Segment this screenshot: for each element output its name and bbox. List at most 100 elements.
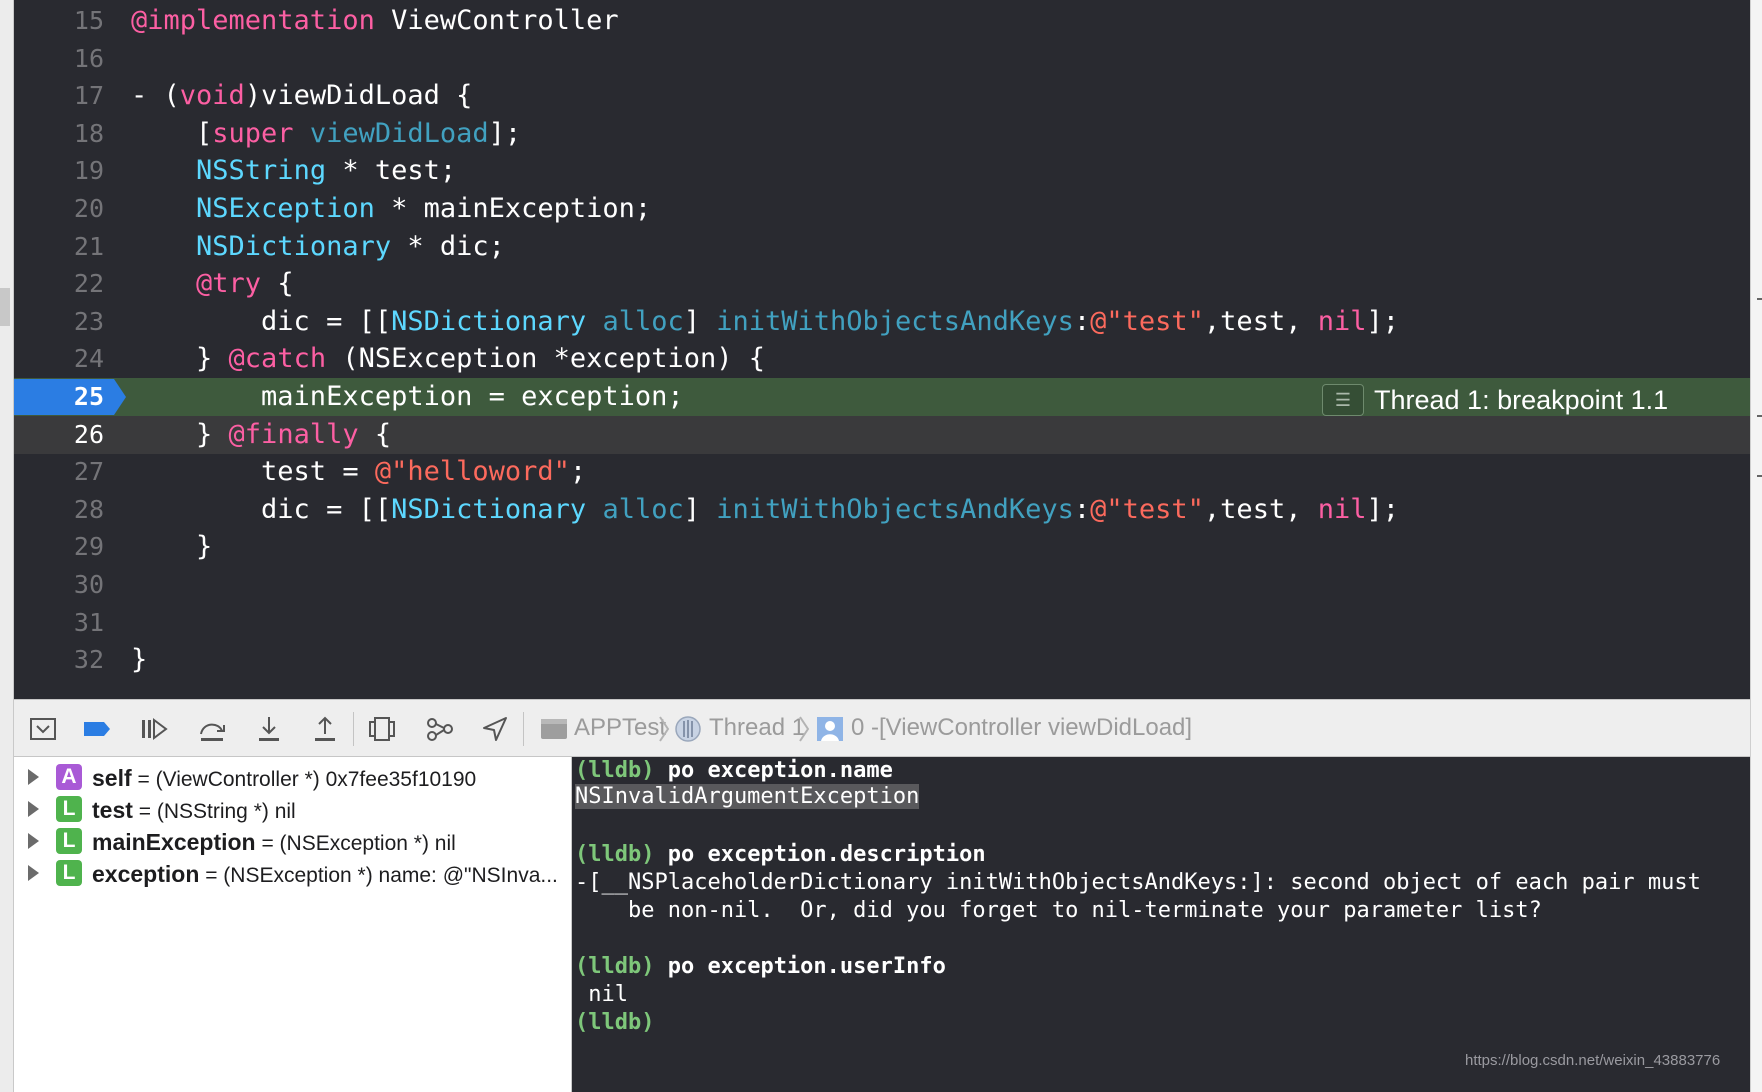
breadcrumb-app[interactable]: APPTest bbox=[574, 700, 666, 756]
breadcrumb-frame[interactable]: 0 -[ViewController viewDidLoad] bbox=[851, 700, 1192, 756]
line-number[interactable]: 32 bbox=[14, 641, 104, 679]
breadcrumb-thread[interactable]: Thread 1 bbox=[709, 700, 805, 756]
code-line[interactable]: 15 @implementation ViewController bbox=[14, 2, 1750, 40]
local-badge-icon: L bbox=[56, 828, 82, 854]
line-number[interactable]: 29 bbox=[14, 528, 104, 566]
memory-graph-icon bbox=[427, 718, 453, 741]
view-hierarchy-button[interactable] bbox=[367, 714, 397, 744]
code-token: : bbox=[1073, 305, 1091, 337]
code-line[interactable]: 27 test = @"helloword"; bbox=[14, 453, 1750, 491]
variable-row[interactable]: Aself = (ViewController *) 0x7fee35f1019… bbox=[14, 761, 572, 795]
code-token: alloc bbox=[602, 493, 684, 525]
variables-view: Aself = (ViewController *) 0x7fee35f1019… bbox=[14, 757, 572, 1092]
variable-text: mainException = (NSException *) nil bbox=[92, 829, 456, 857]
line-number[interactable]: 22 bbox=[14, 265, 104, 303]
watermark: https://blog.csdn.net/weixin_43883776 bbox=[1465, 1052, 1721, 1069]
continue-button[interactable] bbox=[139, 714, 169, 744]
code-text: } @catch (NSException *exception) { bbox=[131, 340, 765, 378]
line-number[interactable]: 24 bbox=[14, 340, 104, 378]
variable-name: mainException bbox=[92, 829, 256, 855]
line-number[interactable]: 21 bbox=[14, 228, 104, 266]
code-line[interactable]: 31 bbox=[14, 604, 1750, 642]
code-text: } bbox=[131, 528, 212, 566]
line-number[interactable]: 25 bbox=[14, 378, 104, 416]
line-number[interactable]: 28 bbox=[14, 491, 104, 529]
disclosure-triangle-icon[interactable] bbox=[28, 769, 39, 785]
disclosure-triangle-icon[interactable] bbox=[28, 801, 39, 817]
code-token: [ bbox=[131, 117, 213, 149]
memory-graph-button[interactable] bbox=[425, 714, 455, 744]
code-line[interactable]: 24 } @catch (NSException *exception) { bbox=[14, 340, 1750, 378]
stack-frame-icon bbox=[817, 717, 843, 741]
edge-marker bbox=[0, 288, 10, 326]
code-token: )viewDidLoad { bbox=[244, 80, 473, 112]
lldb-console[interactable]: (lldb) po exception.name NSInvalidArgume… bbox=[572, 757, 1750, 1092]
hide-debug-area-button[interactable] bbox=[28, 714, 58, 744]
code-line[interactable]: 23 dic = [[NSDictionary alloc] initWithO… bbox=[14, 303, 1750, 341]
line-number[interactable]: 26 bbox=[14, 416, 104, 454]
code-line[interactable]: 28 dic = [[NSDictionary alloc] initWithO… bbox=[14, 491, 1750, 529]
app-icon bbox=[541, 719, 567, 739]
code-token: { bbox=[358, 418, 392, 450]
line-number[interactable]: 27 bbox=[14, 453, 104, 491]
line-number[interactable]: 17 bbox=[14, 77, 104, 115]
code-token: @implementation bbox=[131, 5, 375, 36]
console-line: (lldb) po exception.name bbox=[575, 757, 893, 785]
breakpoints-toggle-button[interactable] bbox=[82, 714, 112, 744]
gutter-marker bbox=[1757, 415, 1762, 417]
line-number[interactable]: 18 bbox=[14, 115, 104, 153]
code-line[interactable]: 19 NSString * test; bbox=[14, 152, 1750, 190]
code-line[interactable]: 30 bbox=[14, 566, 1750, 604]
variable-row[interactable]: Lexception = (NSException *) name: @"NSI… bbox=[14, 857, 572, 891]
line-number[interactable]: 23 bbox=[14, 303, 104, 341]
source-editor[interactable]: 15 @implementation ViewController 16 17- (v… bbox=[14, 0, 1750, 699]
code-token: ]; bbox=[488, 117, 522, 149]
code-token: ; bbox=[569, 456, 587, 488]
line-number[interactable]: 19 bbox=[14, 152, 104, 190]
current-line[interactable]: 26 } @finally { bbox=[14, 415, 1750, 454]
gutter-marker bbox=[1757, 475, 1762, 477]
lldb-prompt: (lldb) bbox=[575, 758, 655, 783]
code-token: NSException bbox=[196, 193, 375, 224]
code-line[interactable]: 16 bbox=[14, 40, 1750, 78]
disclosure-triangle-icon[interactable] bbox=[28, 865, 39, 881]
step-into-button[interactable] bbox=[254, 714, 284, 744]
code-text: [super viewDidLoad]; bbox=[131, 115, 521, 153]
disclosure-triangle-icon[interactable] bbox=[28, 833, 39, 849]
code-token: @"test" bbox=[1090, 305, 1204, 337]
code-line[interactable]: 18 [super viewDidLoad]; bbox=[14, 115, 1750, 153]
code-line[interactable]: 17 - (void)viewDidLoad { bbox=[14, 77, 1750, 115]
console-line: (lldb) bbox=[575, 1009, 654, 1037]
code-text: @try { bbox=[131, 265, 294, 303]
code-line[interactable]: 21 NSDictionary * dic; bbox=[14, 228, 1750, 266]
line-number[interactable]: 31 bbox=[14, 604, 104, 642]
code-token: dic = [[ bbox=[131, 493, 392, 525]
line-number[interactable]: 15 bbox=[14, 2, 104, 40]
breakpoint-annotation[interactable]: ☰ Thread 1: breakpoint 1.1 bbox=[1322, 381, 1668, 419]
window-left-edge bbox=[0, 0, 14, 1092]
simulate-location-button[interactable] bbox=[480, 714, 510, 744]
code-line[interactable]: 29 } bbox=[14, 528, 1750, 566]
code-line[interactable]: 20 NSException * mainException; bbox=[14, 190, 1750, 228]
code-token: } bbox=[131, 531, 213, 563]
code-line[interactable]: 32} bbox=[14, 641, 1750, 679]
step-out-button[interactable] bbox=[310, 714, 340, 744]
list-icon[interactable]: ☰ bbox=[1322, 384, 1364, 416]
line-number[interactable]: 20 bbox=[14, 190, 104, 228]
variable-text: self = (ViewController *) 0x7fee35f10190 bbox=[92, 765, 476, 793]
console-output-selected[interactable]: NSInvalidArgumentException bbox=[575, 784, 920, 809]
code-line[interactable]: 22 @try { bbox=[14, 265, 1750, 303]
line-number[interactable]: 30 bbox=[14, 566, 104, 604]
code-token: NSDictionary bbox=[391, 305, 587, 337]
code-token: { bbox=[261, 268, 294, 300]
lldb-prompt: (lldb) bbox=[575, 1010, 655, 1035]
code-text: @implementation ViewController bbox=[131, 2, 619, 40]
variable-row[interactable]: Ltest = (NSString *) nil bbox=[14, 793, 572, 827]
variable-row[interactable]: LmainException = (NSException *) nil bbox=[14, 825, 572, 859]
step-over-button[interactable] bbox=[197, 714, 227, 744]
breakpoint-icon bbox=[84, 722, 110, 736]
line-number[interactable]: 16 bbox=[14, 40, 104, 78]
